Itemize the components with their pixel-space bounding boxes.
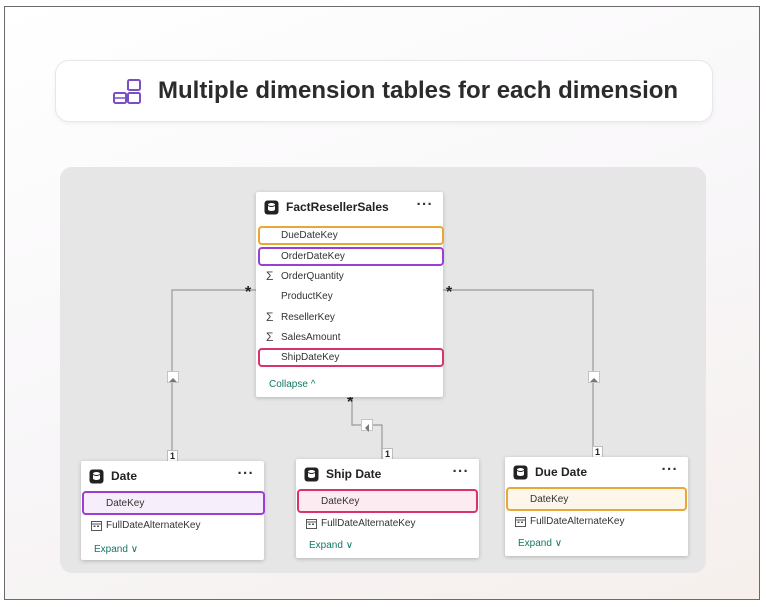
filter-direction-up-date[interactable] (167, 371, 179, 383)
field-fulldatealternatekey[interactable]: FullDateAlternateKey (296, 514, 479, 534)
calendar-icon (306, 519, 317, 529)
field-orderquantity[interactable]: Σ OrderQuantity (256, 267, 443, 287)
field-resellerkey[interactable]: Σ ResellerKey (256, 308, 443, 328)
more-options-button[interactable]: ··· (238, 465, 255, 482)
field-datekey[interactable]: DateKey (81, 494, 264, 514)
table-header: Due Date ··· (505, 457, 688, 487)
field-productkey[interactable]: ProductKey (256, 287, 443, 307)
triangle-left-icon (365, 424, 369, 432)
table-title: FactResellerSales (286, 200, 389, 214)
table-title: Date (111, 469, 138, 483)
sigma-icon: Σ (266, 330, 274, 344)
calendar-icon (515, 517, 526, 527)
many-marker-bottom: * (347, 394, 354, 411)
table-header: Ship Date ··· (296, 459, 479, 489)
more-options-button[interactable]: ··· (662, 461, 679, 478)
field-fulldatealternatekey[interactable]: FullDateAlternateKey (505, 512, 688, 532)
many-marker-left: * (245, 284, 252, 301)
triangle-up-icon (590, 378, 598, 382)
table-due-date[interactable]: Due Date ··· DateKey FullDateAlternateKe… (505, 457, 688, 556)
expand-button[interactable]: Expand ∨ (94, 544, 138, 555)
calendar-icon (91, 521, 102, 531)
table-title: Ship Date (326, 467, 382, 481)
filter-direction-left-ship-date[interactable] (361, 419, 373, 432)
database-icon (264, 200, 279, 215)
field-orderdatekey[interactable]: OrderDateKey (256, 247, 443, 267)
database-icon (513, 465, 528, 480)
model-canvas: * * * 1 1 1 FactResellerSales ··· DueDat… (60, 167, 706, 573)
page-title: Multiple dimension tables for each dimen… (158, 77, 679, 104)
relationship-model-icon (113, 79, 141, 104)
expand-button[interactable]: Expand ∨ (309, 540, 353, 551)
title-card: Multiple dimension tables for each dimen… (55, 60, 713, 122)
many-marker-right: * (446, 284, 453, 301)
table-factresellersales[interactable]: FactResellerSales ··· DueDateKey OrderDa… (256, 192, 444, 397)
more-options-button[interactable]: ··· (453, 463, 470, 480)
collapse-button[interactable]: Collapse ^ (269, 379, 315, 390)
expand-button[interactable]: Expand ∨ (518, 538, 562, 549)
table-date[interactable]: Date ··· DateKey FullDateAlternateKey Ex… (81, 461, 265, 560)
relationship-line-due-date (443, 289, 594, 457)
table-title: Due Date (535, 465, 588, 479)
field-shipdatekey[interactable]: ShipDateKey (256, 348, 443, 368)
field-datekey[interactable]: DateKey (296, 492, 479, 512)
table-header: FactResellerSales ··· (256, 192, 443, 222)
database-icon (89, 469, 104, 484)
field-datekey[interactable]: DateKey (505, 490, 688, 510)
field-salesamount[interactable]: Σ SalesAmount (256, 328, 443, 348)
more-options-button[interactable]: ··· (417, 196, 434, 213)
database-icon (304, 467, 319, 482)
field-duedatekey[interactable]: DueDateKey (256, 226, 443, 246)
sigma-icon: Σ (266, 310, 274, 324)
field-fulldatealternatekey[interactable]: FullDateAlternateKey (81, 516, 264, 536)
table-ship-date[interactable]: Ship Date ··· DateKey FullDateAlternateK… (296, 459, 479, 558)
figure-frame: Multiple dimension tables for each dimen… (4, 6, 760, 600)
relationship-line-date (171, 289, 256, 459)
filter-direction-up-due-date[interactable] (588, 371, 600, 383)
sigma-icon: Σ (266, 269, 274, 283)
triangle-up-icon (169, 378, 177, 382)
table-header: Date ··· (81, 461, 264, 491)
